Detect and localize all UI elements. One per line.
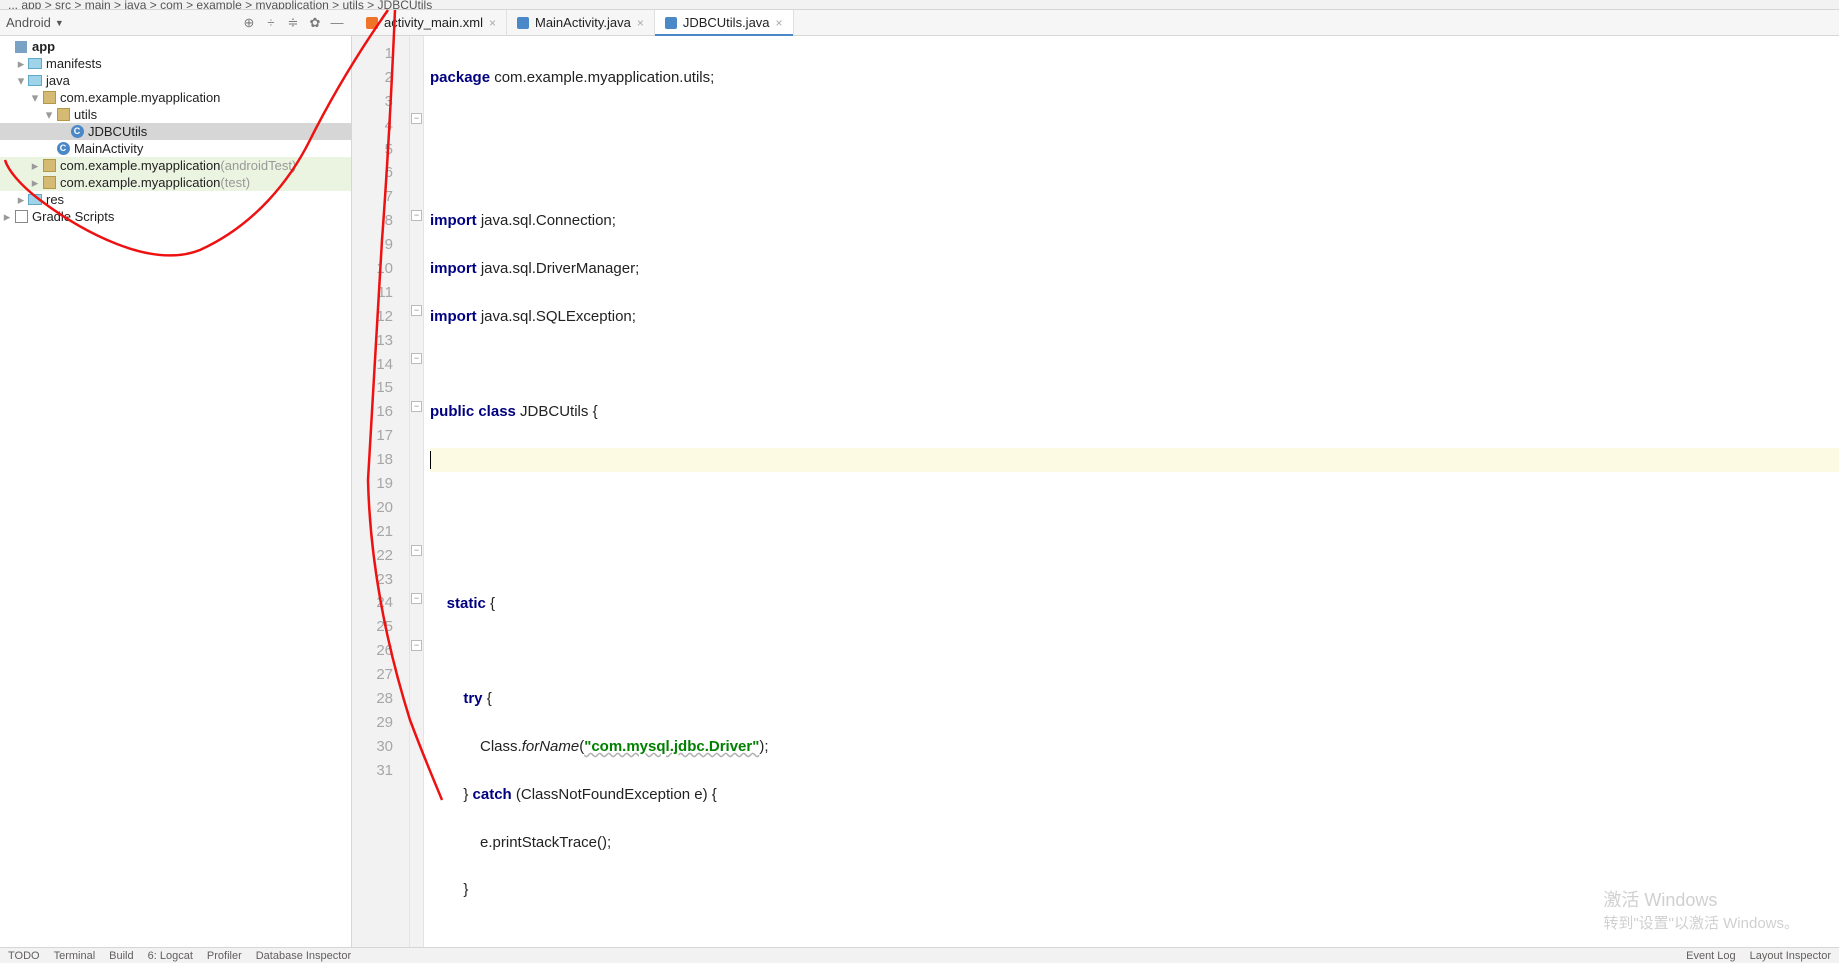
xml-file-icon [366, 17, 378, 29]
tree-node-gradle[interactable]: ▸Gradle Scripts [0, 208, 351, 225]
editor-tabs: activity_main.xml× MainActivity.java× JD… [352, 10, 1839, 36]
status-dbi[interactable]: Database Inspector [256, 950, 351, 962]
close-icon[interactable]: × [489, 16, 496, 30]
close-icon[interactable]: × [776, 16, 783, 30]
android-view-selector[interactable]: Android ▼ [6, 15, 64, 30]
secondary-toolbar: Android ▼ ⊕ ÷ ≑ ✿ — activity_main.xml× M… [0, 10, 1839, 36]
tab-activity-main-xml[interactable]: activity_main.xml× [356, 10, 507, 36]
java-file-icon [665, 17, 677, 29]
java-file-icon [517, 17, 529, 29]
status-build[interactable]: Build [109, 950, 133, 962]
status-profiler[interactable]: Profiler [207, 950, 242, 962]
status-layout[interactable]: Layout Inspector [1750, 950, 1831, 962]
breadcrumb: ... app > src > main > java > com > exam… [0, 0, 1839, 10]
code-editor[interactable]: 1234567891011121314151617181920212223242… [352, 36, 1839, 947]
tree-node-mainactivity[interactable]: MainActivity [0, 140, 351, 157]
tab-jdbcutils-java[interactable]: JDBCUtils.java× [655, 10, 794, 36]
status-bar: TODO Terminal Build 6: Logcat Profiler D… [0, 947, 1839, 963]
code-area[interactable]: package com.example.myapplication.utils;… [424, 36, 1839, 947]
line-gutter: 1234567891011121314151617181920212223242… [352, 36, 410, 947]
project-tree[interactable]: app ▸manifests ▾java ▾com.example.myappl… [0, 36, 352, 947]
fold-column[interactable]: − − − − − − − − [410, 36, 424, 947]
gear-icon[interactable]: ✿ [306, 14, 324, 32]
minimize-icon[interactable]: — [328, 14, 346, 32]
tree-node-app[interactable]: app [0, 38, 351, 55]
text-caret [430, 451, 431, 469]
tree-node-test[interactable]: ▸com.example.myapplication (test) [0, 174, 351, 191]
tab-mainactivity-java[interactable]: MainActivity.java× [507, 10, 655, 36]
tree-node-utils[interactable]: ▾utils [0, 106, 351, 123]
tree-node-manifests[interactable]: ▸manifests [0, 55, 351, 72]
status-terminal[interactable]: Terminal [54, 950, 96, 962]
close-icon[interactable]: × [637, 16, 644, 30]
filter-icon[interactable]: ≑ [284, 14, 302, 32]
target-icon[interactable]: ⊕ [240, 14, 258, 32]
tree-node-jdbcutils[interactable]: JDBCUtils [0, 123, 351, 140]
status-eventlog[interactable]: Event Log [1686, 950, 1736, 962]
divide-icon[interactable]: ÷ [262, 14, 280, 32]
status-todo[interactable]: TODO [8, 950, 40, 962]
status-logcat[interactable]: 6: Logcat [148, 950, 193, 962]
tree-node-res[interactable]: ▸res [0, 191, 351, 208]
tree-node-java[interactable]: ▾java [0, 72, 351, 89]
tree-node-androidtest[interactable]: ▸com.example.myapplication (androidTest) [0, 157, 351, 174]
tree-node-package[interactable]: ▾com.example.myapplication [0, 89, 351, 106]
